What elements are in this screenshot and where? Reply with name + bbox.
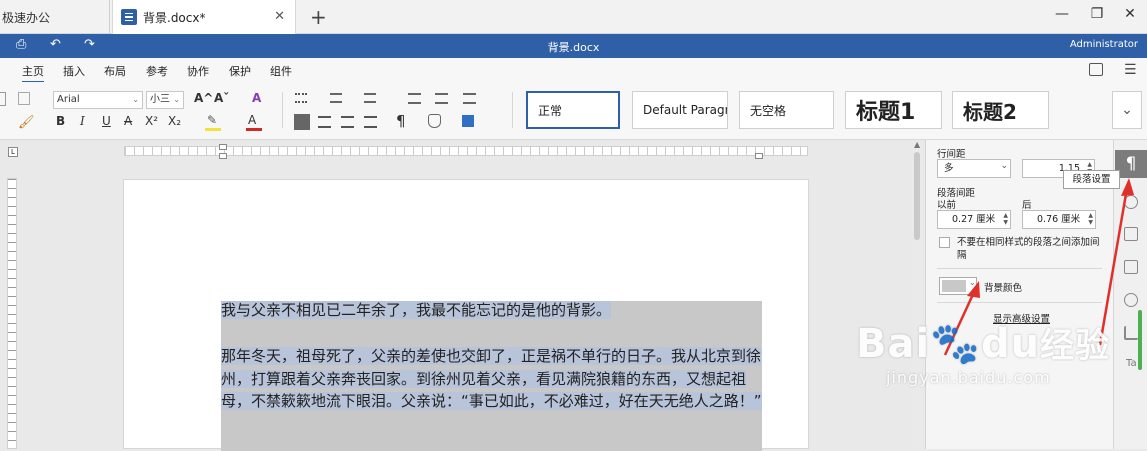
watermark-brand-du: du xyxy=(981,321,1041,367)
watermark-brand: Bai xyxy=(856,321,931,367)
paw-icon: 🐾 xyxy=(930,321,982,367)
arrow-head-paragraph xyxy=(1121,178,1134,196)
watermark-url: jingyan.baidu.com xyxy=(886,368,1051,387)
baidu-watermark: Bai🐾du经验 jingyan.baidu.com xyxy=(856,322,1110,387)
watermark-brand-cn: 经验 xyxy=(1040,326,1111,366)
arrow-head-background xyxy=(967,281,980,298)
